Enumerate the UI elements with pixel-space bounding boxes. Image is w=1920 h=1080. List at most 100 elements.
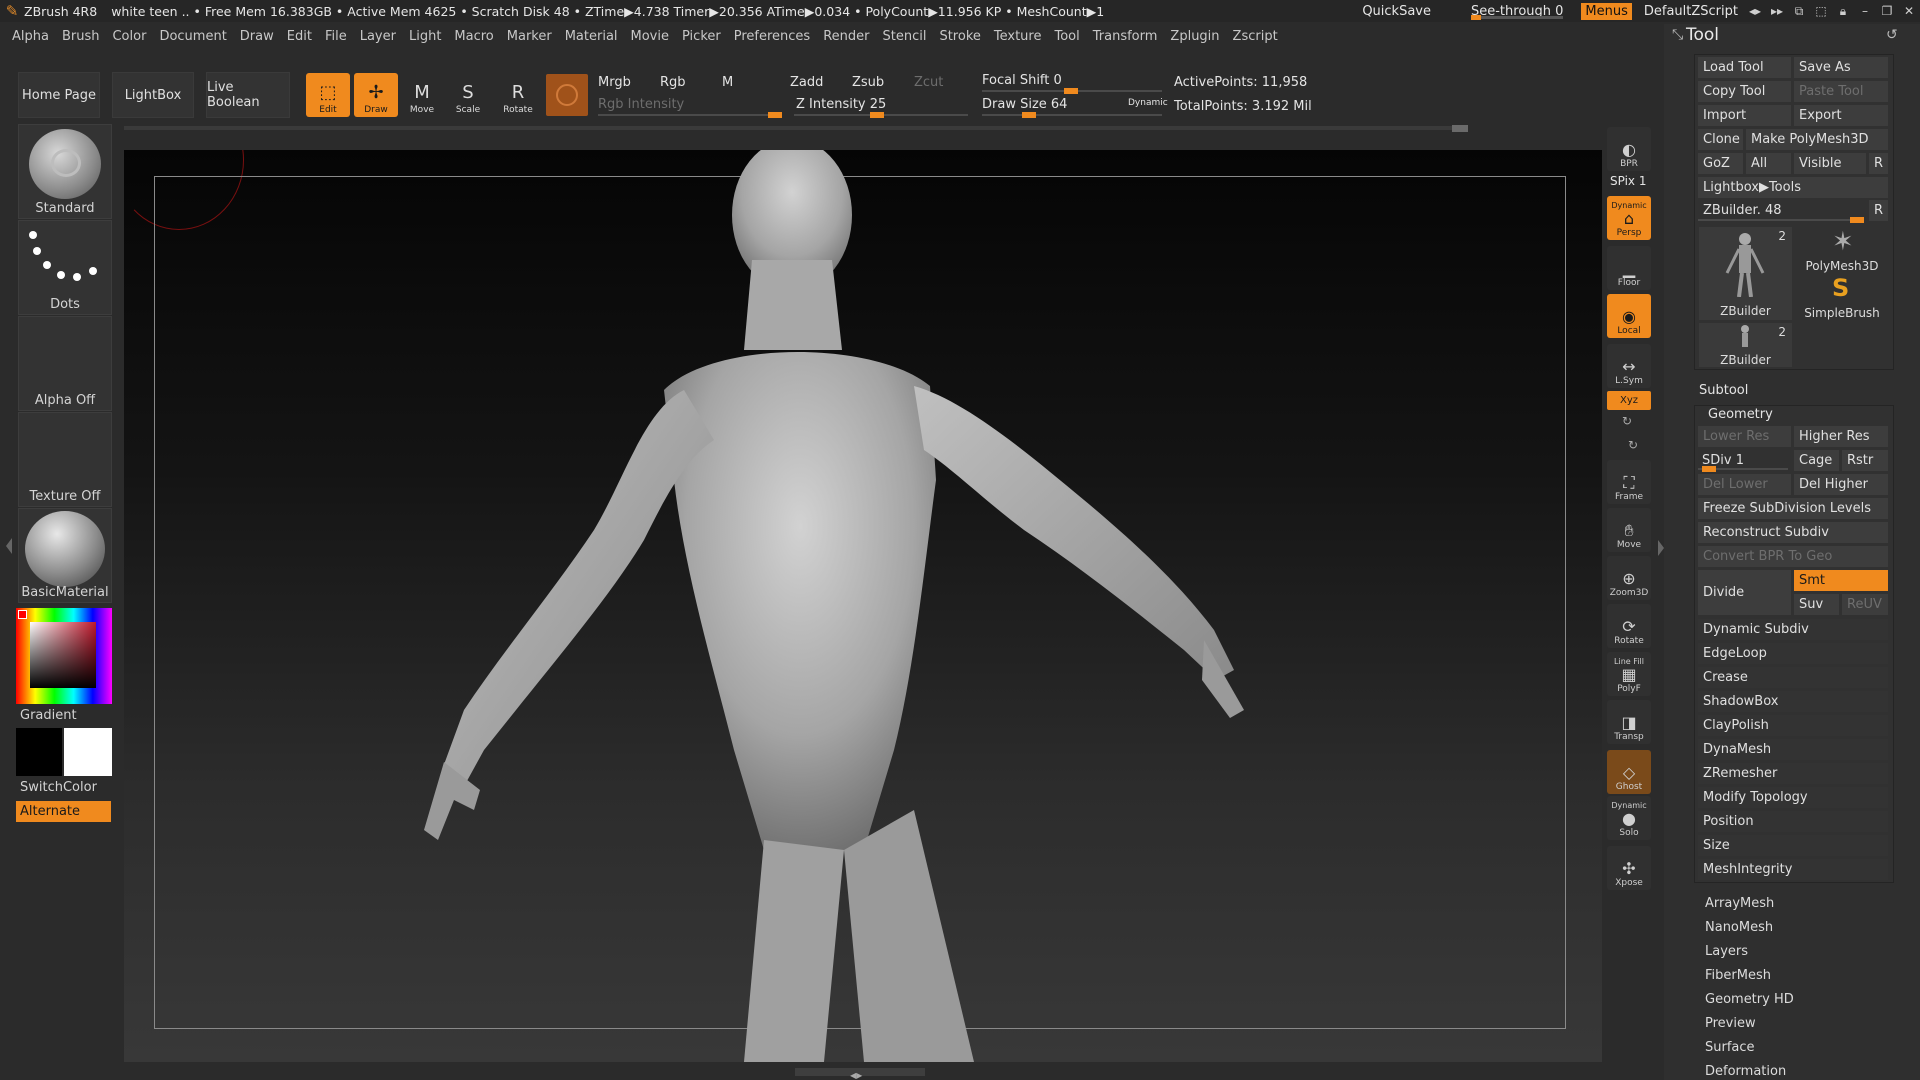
rgb-toggle[interactable]: Rgb — [660, 75, 686, 90]
goz-all-button[interactable]: All — [1746, 153, 1791, 174]
local-button[interactable]: ◉ Local — [1607, 294, 1651, 338]
paste-tool-button[interactable]: Paste Tool — [1794, 81, 1888, 102]
geometry-item-crease[interactable]: Crease — [1698, 667, 1888, 688]
import-button[interactable]: Import — [1698, 105, 1791, 126]
menu-material[interactable]: Material — [565, 29, 618, 44]
menu-layer[interactable]: Layer — [360, 29, 396, 44]
menu-file[interactable]: File — [325, 29, 347, 44]
freeze-subdivision-button[interactable]: Freeze SubDivision Levels — [1698, 498, 1888, 519]
lock-icon[interactable]: 🔒︎ — [1832, 4, 1854, 19]
draw-mode-button[interactable]: ✢ Draw — [354, 73, 398, 117]
scale-mode-button[interactable]: S Scale — [446, 73, 490, 117]
del-higher-button[interactable]: Del Higher — [1794, 474, 1888, 495]
menu-movie[interactable]: Movie — [631, 29, 669, 44]
close-icon[interactable]: ✕ — [1898, 4, 1920, 18]
bottom-collapse-icon[interactable]: ◀▶ — [850, 1071, 862, 1080]
tool-section-preview[interactable]: Preview — [1705, 1016, 1756, 1031]
canvas-viewport[interactable] — [124, 150, 1602, 1062]
solo-button[interactable]: Dynamic ● Solo — [1607, 796, 1651, 840]
z-intensity-slider[interactable]: Z Intensity 25 — [796, 97, 886, 112]
floor-button[interactable]: ▁ Floor — [1607, 246, 1651, 290]
tool-section-surface[interactable]: Surface — [1705, 1040, 1755, 1055]
rgb-intensity-slider[interactable]: Rgb Intensity — [598, 97, 684, 112]
divide-button[interactable]: Divide — [1698, 570, 1791, 615]
geometry-item-position[interactable]: Position — [1698, 811, 1888, 832]
polyf-button[interactable]: Line Fill ▦ PolyF — [1607, 652, 1651, 696]
live-boolean-button[interactable]: Live Boolean — [206, 72, 290, 118]
zbuilder-slider[interactable]: ZBuilder. 48 — [1698, 200, 1866, 221]
geometry-item-size[interactable]: Size — [1698, 835, 1888, 856]
main-color-swatch[interactable] — [18, 610, 27, 619]
menu-zscript[interactable]: Zscript — [1233, 29, 1278, 44]
pin-icon[interactable]: ⤡ — [1672, 27, 1683, 43]
tool-section-arraymesh[interactable]: ArrayMesh — [1705, 896, 1774, 911]
tool-section-fibermesh[interactable]: FiberMesh — [1705, 968, 1771, 983]
tool-section-deformation[interactable]: Deformation — [1705, 1064, 1786, 1079]
subtool-section[interactable]: Subtool — [1699, 383, 1748, 398]
y-axis-icon[interactable]: ↻ — [1622, 414, 1632, 428]
rotate-mode-button[interactable]: R Rotate — [496, 73, 540, 117]
lower-res-button[interactable]: Lower Res — [1698, 426, 1791, 447]
menu-marker[interactable]: Marker — [507, 29, 552, 44]
transp-button[interactable]: ◨ Transp — [1607, 700, 1651, 744]
goz-visible-button[interactable]: Visible — [1794, 153, 1866, 174]
suv-toggle[interactable]: Suv — [1794, 594, 1839, 615]
geometry-item-zremesher[interactable]: ZRemesher — [1698, 763, 1888, 784]
color-square[interactable] — [30, 622, 96, 688]
tool-section-nanomesh[interactable]: NanoMesh — [1705, 920, 1773, 935]
save-as-button[interactable]: Save As — [1794, 57, 1888, 78]
load-tool-button[interactable]: Load Tool — [1698, 57, 1791, 78]
zcut-toggle[interactable]: Zcut — [914, 75, 943, 90]
m-toggle[interactable]: M — [722, 75, 733, 90]
move-view-button[interactable]: ✋︎ Move — [1607, 508, 1651, 552]
alternate-button[interactable]: Alternate — [16, 801, 111, 822]
geometry-item-claypolish[interactable]: ClayPolish — [1698, 715, 1888, 736]
tool-thumb-polymesh3d[interactable]: ✶ PolyMesh3D — [1796, 227, 1888, 273]
make-polymesh3d-button[interactable]: Make PolyMesh3D — [1746, 129, 1888, 150]
menu-stroke[interactable]: Stroke — [939, 29, 980, 44]
copy-tool-button[interactable]: Copy Tool — [1698, 81, 1791, 102]
geometry-section[interactable]: Geometry — [1708, 407, 1773, 422]
geometry-item-shadowbox[interactable]: ShadowBox — [1698, 691, 1888, 712]
zsub-toggle[interactable]: Zsub — [852, 75, 884, 90]
spix-slider[interactable]: SPix 1 — [1610, 174, 1646, 188]
material-selector[interactable]: BasicMaterial — [18, 508, 112, 603]
goz-r-button[interactable]: R — [1869, 153, 1888, 174]
higher-res-button[interactable]: Higher Res — [1794, 426, 1888, 447]
bpr-render-button[interactable]: ◐ BPR — [1607, 127, 1651, 171]
menu-picker[interactable]: Picker — [682, 29, 721, 44]
rotate-view-button[interactable]: ⟳ Rotate — [1607, 604, 1651, 648]
menu-color[interactable]: Color — [112, 29, 146, 44]
draw-size-slider[interactable]: Draw Size 64 — [982, 97, 1067, 112]
reconstruct-subdiv-button[interactable]: Reconstruct Subdiv — [1698, 522, 1888, 543]
export-button[interactable]: Export — [1794, 105, 1888, 126]
cage-button[interactable]: Cage — [1794, 450, 1839, 471]
ui-switch-icon[interactable]: ▸▸ — [1766, 4, 1788, 18]
menu-transform[interactable]: Transform — [1093, 29, 1158, 44]
color-sphere-button[interactable] — [546, 74, 588, 116]
secondary-color-swatch[interactable] — [64, 728, 112, 776]
reuv-button[interactable]: ReUV — [1842, 594, 1888, 615]
stroke-selector[interactable]: Dots — [18, 220, 112, 315]
smt-toggle[interactable]: Smt — [1794, 570, 1888, 591]
menu-tool[interactable]: Tool — [1054, 29, 1079, 44]
geometry-item-dynamic-subdiv[interactable]: Dynamic Subdiv — [1698, 619, 1888, 640]
geometry-item-edgeloop[interactable]: EdgeLoop — [1698, 643, 1888, 664]
palette-reset-icon[interactable]: ↺ — [1886, 27, 1898, 43]
layout-icon[interactable]: ⧉ — [1788, 4, 1810, 19]
menu-render[interactable]: Render — [823, 29, 869, 44]
xyz-button[interactable]: Xyz — [1607, 391, 1651, 410]
menu-texture[interactable]: Texture — [994, 29, 1042, 44]
texture-selector[interactable]: Texture Off — [18, 412, 112, 507]
move-mode-button[interactable]: M Move — [400, 73, 444, 117]
quicksave-button[interactable]: QuickSave — [1356, 4, 1437, 19]
restore-icon[interactable]: ❐ — [1876, 4, 1898, 18]
menus-toggle[interactable]: Menus — [1581, 2, 1632, 20]
persp-button[interactable]: Dynamic ⌂ Persp — [1607, 196, 1651, 240]
menu-zplugin[interactable]: Zplugin — [1170, 29, 1219, 44]
clone-button[interactable]: Clone — [1698, 129, 1743, 150]
xpose-button[interactable]: ✣ Xpose — [1607, 846, 1651, 890]
switch-color-button[interactable]: SwitchColor — [20, 780, 97, 795]
geometry-item-modify-topology[interactable]: Modify Topology — [1698, 787, 1888, 808]
goz-button[interactable]: GoZ — [1698, 153, 1743, 174]
